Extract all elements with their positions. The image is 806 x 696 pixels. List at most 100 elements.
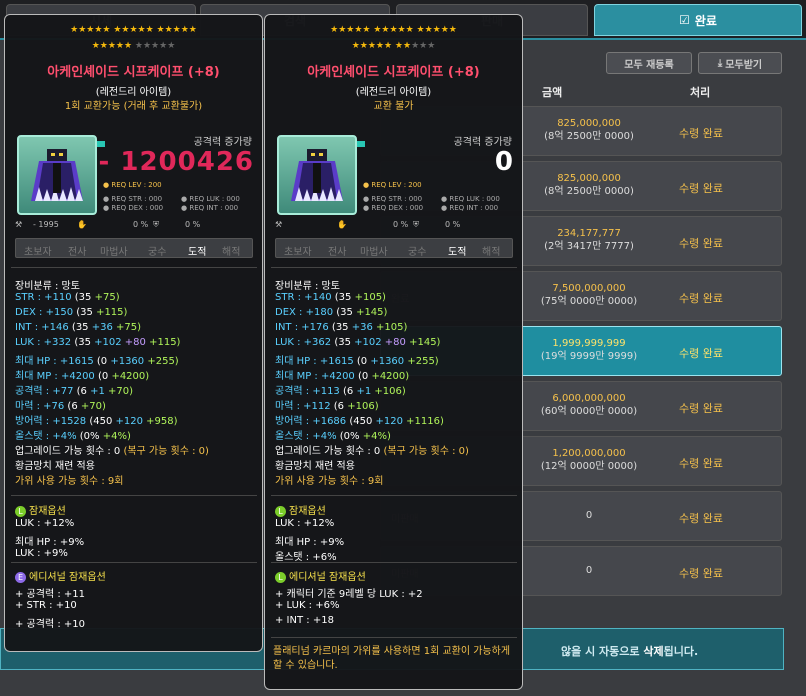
stat-line: 마력 : +112 (6 +106) bbox=[275, 401, 379, 412]
stat-line: 올스탯 : +4% (0% +4%) bbox=[275, 431, 391, 442]
stat-line: INT : +146 (35 +36 +75) bbox=[15, 322, 142, 333]
star-force-row1: ★★★★★ ★★★★★ ★★★★★ bbox=[330, 25, 457, 35]
job-restriction: 초보자 전사 마법사 궁수 도적 해적 bbox=[15, 238, 253, 258]
potential-title: L 잠재옵션 bbox=[275, 502, 326, 517]
status-cell: 수령 완료 bbox=[679, 182, 723, 195]
upgrade-count: 업그레이드 가능 횟수 : 0 (복구 가능 횟수 : 0) bbox=[275, 446, 469, 457]
cape-icon bbox=[17, 135, 97, 215]
trade-info: 교환 불가 bbox=[373, 101, 414, 112]
req-luk: ● REQ LUK : 000 bbox=[441, 195, 500, 203]
status-cell: 수령 완료 bbox=[679, 402, 723, 415]
additional-potential-icon: E bbox=[15, 571, 26, 583]
job-label: 초보자 bbox=[284, 247, 312, 258]
potential-title: L 잠재옵션 bbox=[15, 502, 66, 517]
col-status: 처리 bbox=[690, 86, 711, 99]
upgrade-count: 업그레이드 가능 횟수 : 0 (복구 가능 횟수 : 0) bbox=[15, 446, 209, 457]
potential-line: 올스탯 : +6% bbox=[275, 552, 337, 563]
star-force-row2: ★★★★★ ★★★★★ bbox=[351, 41, 436, 51]
divider bbox=[271, 267, 517, 268]
job-label: 해적 bbox=[482, 247, 501, 258]
divider bbox=[271, 495, 517, 496]
legendary-potential-icon: L bbox=[275, 505, 286, 517]
status-cell: 수령 완료 bbox=[679, 127, 723, 140]
amount-cell: 825,000,000 (8억 2500만 0000) bbox=[544, 118, 634, 142]
additional-potential-line: + STR : +10 bbox=[15, 600, 77, 611]
additional-potential-line: + 캐릭터 기준 9레벨 당 LUK : +2 bbox=[275, 589, 423, 600]
download-icon: ⤓ bbox=[717, 57, 723, 69]
stat-line: 방어력 : +1686 (450 +120 +1116) bbox=[275, 416, 444, 427]
golden-hammer: 황금망치 재련 적용 bbox=[275, 461, 355, 472]
req-level: ● REQ LEV : 200 bbox=[363, 181, 422, 189]
divider bbox=[11, 495, 257, 496]
potential-line: 최대 HP : +9% bbox=[15, 537, 85, 548]
item-tooltip-compare: ★★★★★ ★★★★★ ★★★★★ ★★★★★ ★★★★★ 아케인셰이드 시프케이프… bbox=[264, 14, 523, 690]
req-int: ● REQ INT : 000 bbox=[181, 204, 239, 212]
additional-potential-line: + 공격력 : +10 bbox=[15, 619, 85, 630]
stat-line: 최대 MP : +4200 (0 +4200) bbox=[275, 371, 410, 382]
star-force-row1: ★★★★★ ★★★★★ ★★★★★ bbox=[70, 25, 197, 35]
attack-increase-value: - 1200426 bbox=[98, 147, 254, 177]
req-level: ● REQ LEV : 200 bbox=[103, 181, 162, 189]
equip-category: 장비분류 : 망토 bbox=[15, 281, 80, 292]
scissors-count: 가위 사용 가능 횟수 : 9회 bbox=[275, 476, 384, 487]
tab-complete[interactable]: ☑ 완료 bbox=[594, 4, 802, 36]
item-grade: (레전드리 아이템) bbox=[95, 87, 172, 98]
stat-line: 마력 : +76 (6 +70) bbox=[15, 401, 106, 412]
attack-increase-label: 공격력 증가량 bbox=[193, 137, 252, 148]
stat-line: 공격력 : +113 (6 +1 +106) bbox=[275, 386, 406, 397]
additional-potential-line: + 공격력 : +11 bbox=[15, 589, 85, 600]
check-icon: ☑ bbox=[679, 13, 690, 27]
req-str: ● REQ STR : 000 bbox=[103, 195, 163, 203]
stat-line: STR : +110 (35 +75) bbox=[15, 292, 120, 303]
job-label: 초보자 bbox=[24, 247, 52, 258]
req-str: ● REQ STR : 000 bbox=[363, 195, 423, 203]
divider bbox=[11, 267, 257, 268]
stat-line: 최대 MP : +4200 (0 +4200) bbox=[15, 371, 150, 382]
wrench-icon: ⚒ bbox=[15, 220, 23, 229]
col-amount: 금액 bbox=[542, 86, 563, 99]
receive-all-button[interactable]: ⤓ 모두받기 bbox=[698, 52, 782, 74]
amount-cell: 6,000,000,000 (60억 0000만 0000) bbox=[540, 393, 638, 417]
amount-cell: 825,000,000 (8억 2500만 0000) bbox=[544, 173, 634, 197]
scissors-count: 가위 사용 가능 횟수 : 9회 bbox=[15, 476, 124, 487]
req-luk: ● REQ LUK : 000 bbox=[181, 195, 240, 203]
job-label: 궁수 bbox=[148, 247, 167, 258]
additional-potential-line: + LUK : +6% bbox=[275, 600, 340, 611]
reregister-all-button[interactable]: 모두 재등록 bbox=[606, 52, 692, 74]
job-restriction: 초보자 전사 마법사 궁수 도적 해적 bbox=[275, 238, 513, 258]
divider bbox=[271, 637, 517, 638]
stat-line: DEX : +150 (35 +115) bbox=[15, 307, 128, 318]
stat-line: 올스탯 : +4% (0% +4%) bbox=[15, 431, 131, 442]
job-label: 도적 bbox=[448, 247, 467, 258]
job-label: 마법사 bbox=[100, 247, 128, 258]
star-force-row2: ★★★★★ ★★★★★ bbox=[91, 41, 176, 51]
golden-hammer: 황금망치 재련 적용 bbox=[15, 461, 95, 472]
job-label: 도적 bbox=[188, 247, 207, 258]
req-dex: ● REQ DEX : 000 bbox=[363, 204, 424, 212]
job-label: 궁수 bbox=[408, 247, 427, 258]
potential-line: LUK : +9% bbox=[15, 548, 68, 559]
status-cell: 수령 완료 bbox=[679, 567, 723, 580]
job-label: 해적 bbox=[222, 247, 241, 258]
divider bbox=[271, 562, 517, 563]
additional-potential-title: L 에디셔널 잠재옵션 bbox=[275, 568, 366, 583]
legendary-potential-icon: L bbox=[15, 505, 26, 517]
job-label: 전사 bbox=[328, 247, 347, 258]
additional-potential-line: + INT : +18 bbox=[275, 615, 334, 626]
stat-line: STR : +140 (35 +105) bbox=[275, 292, 386, 303]
amount-cell: 7,500,000,000 (75억 0000만 0000) bbox=[540, 283, 638, 307]
cape-icon bbox=[277, 135, 357, 215]
stat-line: 최대 HP : +1615 (0 +1360 +255) bbox=[15, 356, 179, 367]
karma-scissors-hint: 플래티넘 카르마의 가위를 사용하면 1회 교환이 가능하게 할 수 있습니다. bbox=[273, 646, 511, 671]
item-tooltip-current: ★★★★★ ★★★★★ ★★★★★ ★★★★★ ★★★★★ 아케인셰이드 시프케이프… bbox=[4, 14, 263, 652]
stat-line: 공격력 : +77 (6 +1 +70) bbox=[15, 386, 133, 397]
amount-cell: 0 bbox=[585, 510, 593, 521]
status-cell: 수령 완료 bbox=[679, 292, 723, 305]
trade-info: 1회 교환가능 (거래 후 교환불가) bbox=[64, 101, 203, 112]
additional-potential-title: E 에디셔널 잠재옵션 bbox=[15, 568, 106, 583]
req-int: ● REQ INT : 000 bbox=[441, 204, 499, 212]
potential-line: 최대 HP : +9% bbox=[275, 537, 345, 548]
potential-line: LUK : +12% bbox=[15, 518, 75, 529]
shield-icon: ⛨ bbox=[153, 220, 159, 229]
glove-icon: ✋ bbox=[77, 220, 87, 229]
